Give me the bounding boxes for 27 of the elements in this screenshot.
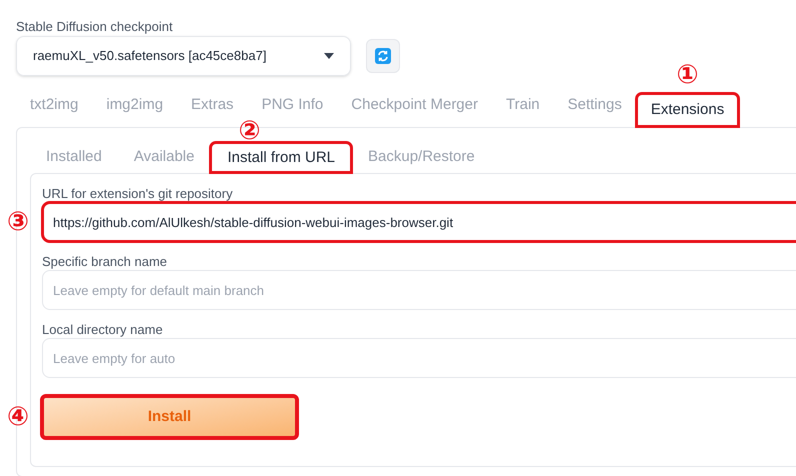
step-number: ④ [7, 404, 30, 430]
tab[interactable]: PNG Info [248, 93, 338, 117]
tab[interactable]: Backup/Restore [352, 142, 491, 173]
checkpoint-dropdown[interactable]: raemuXL_v50.safetensors [ac45ce8ba7] [16, 36, 351, 76]
tab[interactable]: txt2img [16, 93, 92, 117]
refresh-icon [375, 48, 391, 64]
refresh-button[interactable] [366, 39, 400, 73]
text-field[interactable]: Leave empty for auto [42, 338, 796, 378]
tab[interactable]: Available [118, 142, 210, 173]
tab[interactable]: img2img [92, 93, 178, 117]
field-label: Specific branch name [42, 253, 168, 268]
field-label: Local directory name [42, 321, 164, 336]
tab[interactable]: Extras [177, 93, 248, 117]
tab[interactable]: Settings [554, 93, 636, 117]
step-number: ② [238, 118, 260, 144]
caret-icon [324, 53, 334, 59]
step-number: ① [676, 62, 699, 88]
text-field[interactable]: Leave empty for default main branch [42, 270, 796, 310]
step-number: ③ [7, 209, 30, 235]
field-label: Stable Diffusion checkpoint [16, 18, 174, 33]
field-label: URL for extension's git repository [42, 185, 234, 200]
tab[interactable]: Checkpoint Merger [337, 93, 492, 117]
tab[interactable]: Install from URL [210, 142, 352, 173]
text-field[interactable]: https://github.com/AlUlkesh/stable-diffusion-webui-images-browser.git [42, 202, 796, 242]
tab[interactable]: Train [492, 93, 554, 117]
tab[interactable]: Installed [30, 142, 118, 173]
install-button[interactable]: Install [42, 396, 297, 438]
